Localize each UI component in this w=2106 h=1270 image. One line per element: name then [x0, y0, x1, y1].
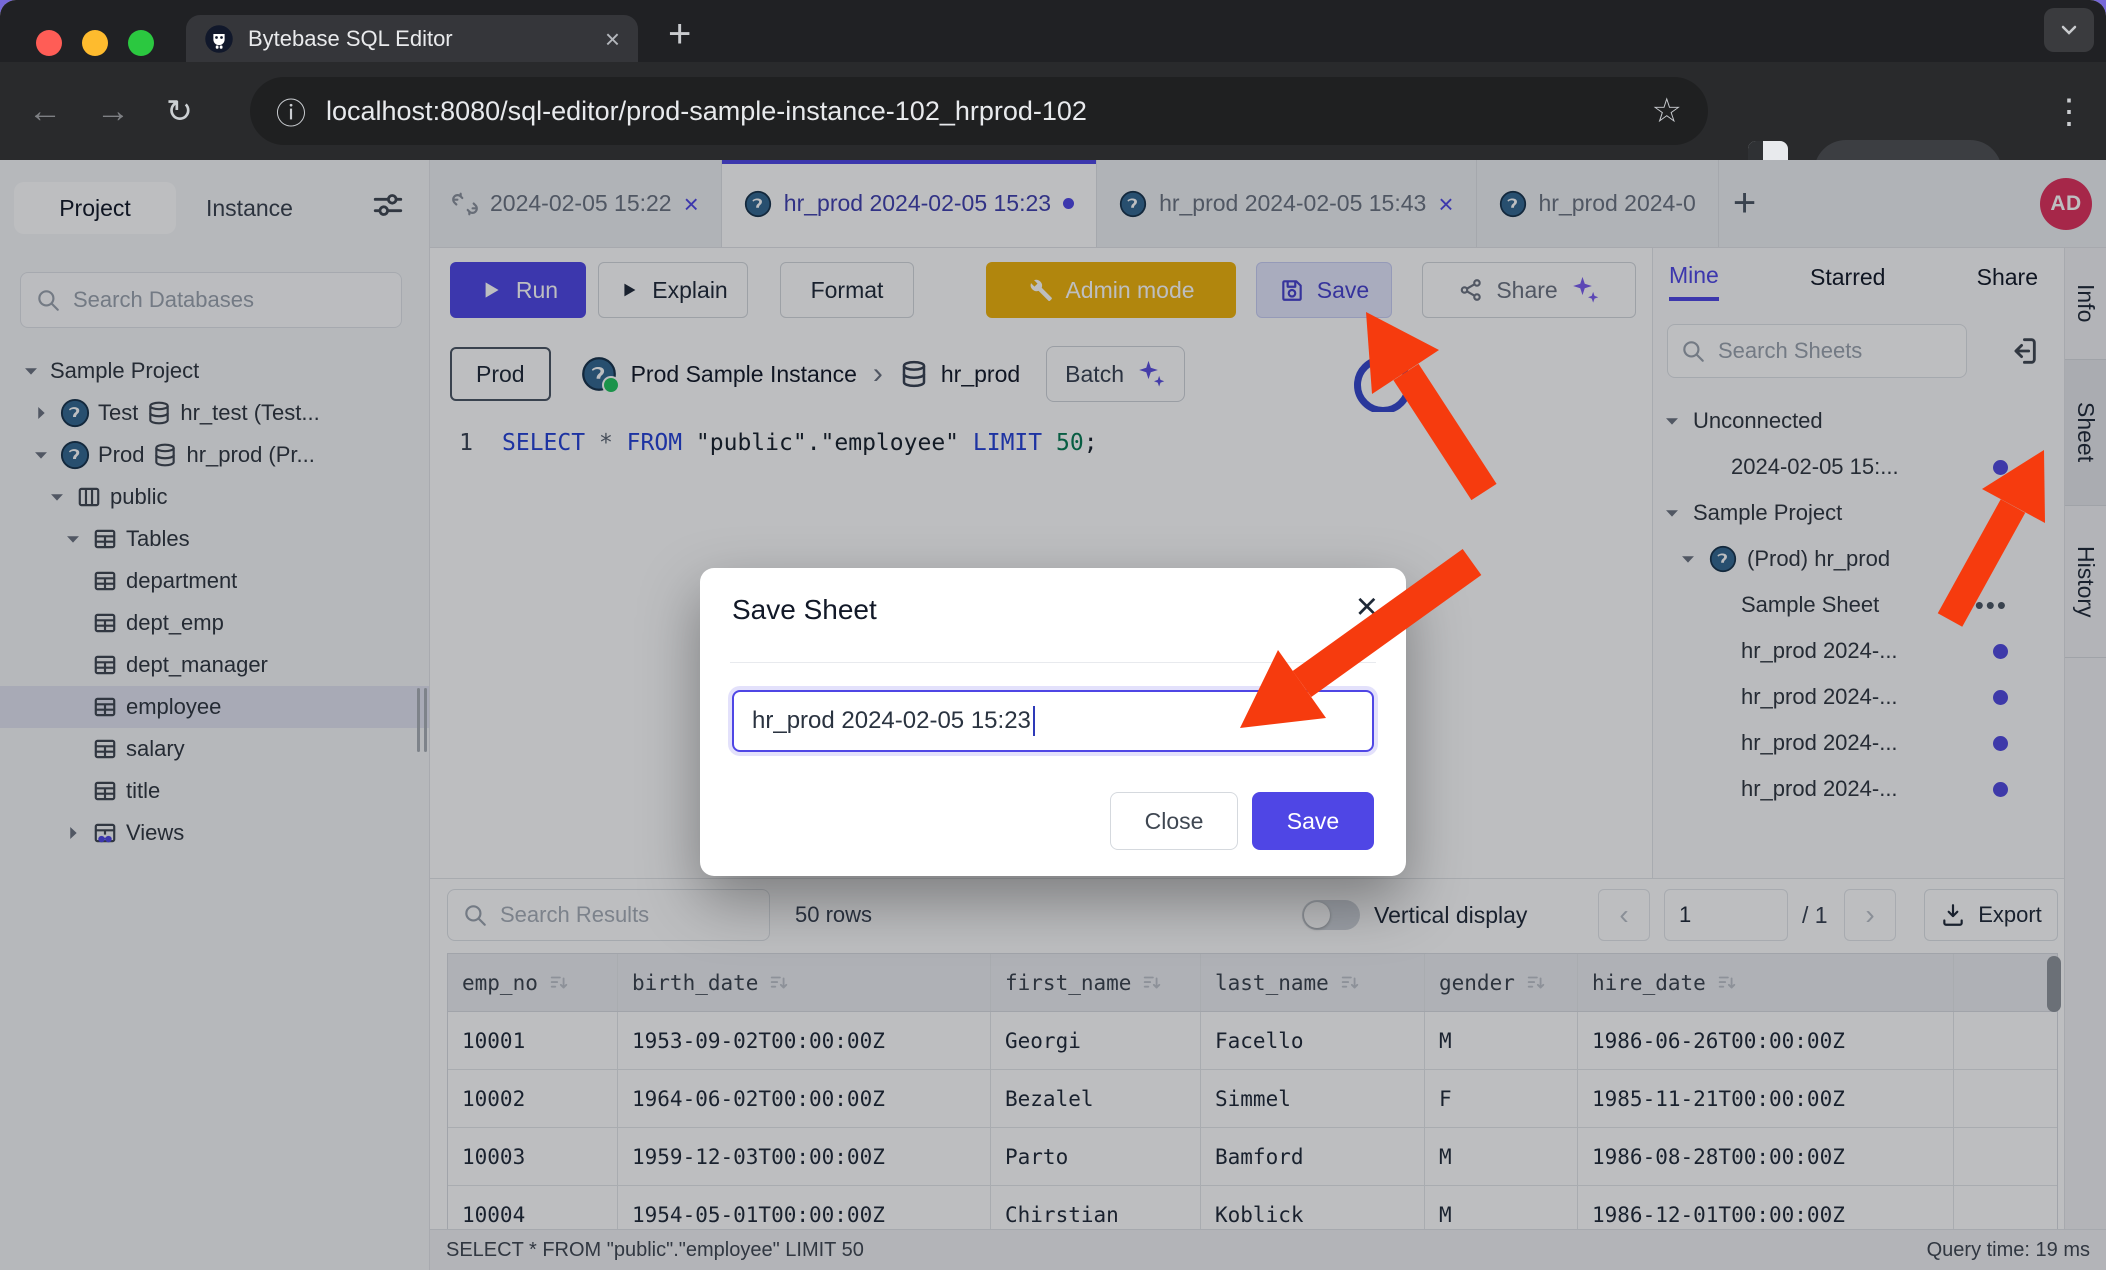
site-info-icon[interactable]: ⓘ: [276, 89, 306, 133]
tab-search-button[interactable]: [2044, 8, 2094, 52]
window-close-button[interactable]: [36, 30, 62, 56]
browser-tab-title: Bytebase SQL Editor: [248, 26, 591, 52]
browser-window: Bytebase SQL Editor × + ← → ↻ ⓘ localhos…: [0, 0, 2106, 1270]
window-zoom-button[interactable]: [128, 30, 154, 56]
new-tab-button[interactable]: +: [668, 14, 691, 54]
sheet-name-value: hr_prod 2024-02-05 15:23: [752, 707, 1031, 735]
save-sheet-dialog: Save Sheet × hr_prod 2024-02-05 15:23 Cl…: [700, 568, 1406, 876]
bytebase-favicon: [204, 24, 234, 54]
bookmark-star-icon[interactable]: ☆: [1652, 91, 1682, 131]
dialog-save-button[interactable]: Save: [1252, 792, 1374, 850]
address-bar[interactable]: ⓘ localhost:8080/sql-editor/prod-sample-…: [250, 77, 1708, 145]
dialog-close-button[interactable]: Close: [1110, 792, 1238, 850]
browser-menu-icon[interactable]: ⋮: [2052, 92, 2086, 132]
browser-tab-close-icon[interactable]: ×: [605, 26, 620, 52]
browser-toolbar: ← → ↻ ⓘ localhost:8080/sql-editor/prod-s…: [0, 62, 2106, 160]
dialog-divider: [730, 662, 1376, 663]
text-cursor: [1033, 706, 1035, 736]
reload-button[interactable]: ↻: [166, 62, 193, 160]
forward-button[interactable]: →: [96, 62, 130, 160]
dialog-close-icon[interactable]: ×: [1356, 588, 1378, 626]
window-minimize-button[interactable]: [82, 30, 108, 56]
dialog-title: Save Sheet: [732, 594, 877, 626]
url-text: localhost:8080/sql-editor/prod-sample-in…: [326, 96, 1632, 127]
browser-tab-strip: Bytebase SQL Editor × +: [0, 0, 2106, 62]
back-button[interactable]: ←: [28, 62, 62, 160]
sheet-name-input[interactable]: hr_prod 2024-02-05 15:23: [732, 690, 1374, 752]
browser-tab[interactable]: Bytebase SQL Editor ×: [186, 15, 638, 62]
chevron-down-icon: [2057, 18, 2081, 42]
